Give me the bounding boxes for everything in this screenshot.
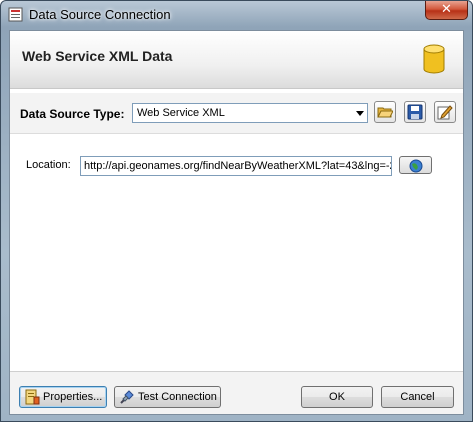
save-button[interactable] — [404, 101, 426, 123]
properties-label: Properties... — [43, 391, 103, 403]
dialog-window: Data Source Connection ✕ Web Service XML… — [0, 0, 473, 422]
location-value: http://api.geonames.org/findNearByWeathe… — [84, 160, 392, 172]
close-button[interactable]: ✕ — [425, 1, 468, 20]
title-bar[interactable]: Data Source Connection ✕ — [1, 1, 472, 29]
edit-button[interactable] — [434, 101, 456, 123]
data-source-row: Data Source Type: Web Service XML — [10, 93, 463, 134]
ok-label: OK — [329, 391, 345, 403]
open-button[interactable] — [374, 101, 396, 123]
header-panel: Web Service XML Data — [10, 31, 463, 89]
test-connection-icon — [120, 390, 134, 404]
edit-icon — [437, 105, 453, 120]
page-title: Web Service XML Data — [22, 48, 173, 64]
browse-location-button[interactable] — [399, 156, 432, 174]
footer-bar: Properties... Test Connection OK Cancel — [10, 371, 463, 414]
chevron-down-icon[interactable] — [356, 111, 364, 116]
properties-button[interactable]: Properties... — [19, 386, 107, 408]
cancel-button[interactable]: Cancel — [381, 386, 454, 408]
database-icon — [423, 44, 445, 74]
data-source-type-label: Data Source Type: — [20, 107, 125, 121]
data-source-type-select[interactable]: Web Service XML — [132, 103, 368, 123]
location-label: Location: — [26, 159, 71, 171]
close-icon: ✕ — [441, 2, 452, 17]
properties-icon — [25, 389, 40, 405]
save-disk-icon — [407, 104, 423, 120]
globe-icon — [409, 159, 423, 173]
test-connection-label: Test Connection — [138, 391, 217, 403]
data-source-type-value: Web Service XML — [137, 107, 225, 119]
location-input[interactable]: http://api.geonames.org/findNearByWeathe… — [80, 156, 392, 176]
window-title: Data Source Connection — [29, 7, 171, 22]
dialog-client-area: Web Service XML Data Data Source Type: W… — [9, 30, 464, 415]
ok-button[interactable]: OK — [301, 386, 373, 408]
cancel-label: Cancel — [400, 391, 435, 403]
open-folder-icon — [377, 107, 393, 118]
test-connection-button[interactable]: Test Connection — [114, 386, 221, 408]
data-source-icon — [8, 7, 23, 22]
